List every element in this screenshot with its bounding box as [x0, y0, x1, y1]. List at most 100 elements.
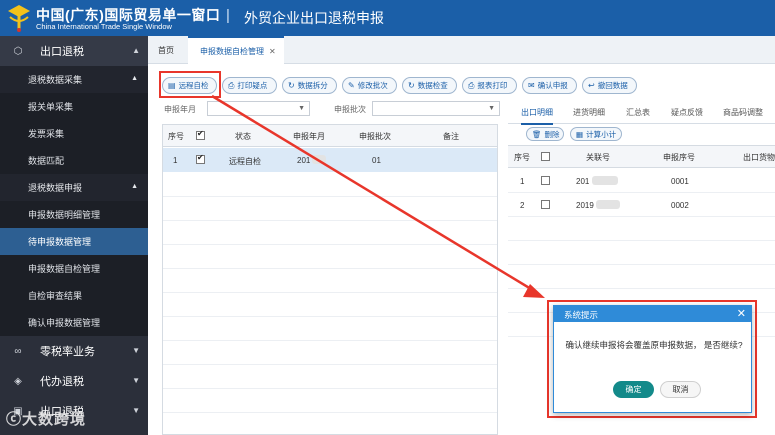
- nav-invoice-collection[interactable]: 发票采集: [0, 120, 148, 147]
- declare-month-select[interactable]: ▼: [207, 101, 310, 116]
- link-icon: ∞: [14, 345, 22, 357]
- tab-summary[interactable]: 汇总表: [626, 107, 650, 118]
- row-declare-month: 201: [297, 156, 311, 165]
- row-checkbox[interactable]: [541, 200, 550, 209]
- declare-month-label: 申报年月: [164, 105, 196, 114]
- nav-confirm-declaration-management[interactable]: 确认申报数据管理: [0, 309, 148, 336]
- tab-export-detail[interactable]: 出口明细: [521, 107, 553, 125]
- nav-zero-tax-rate[interactable]: ∞ 零税率业务 ▼: [0, 336, 148, 366]
- nav-self-check-results[interactable]: 自检审查结果: [0, 282, 148, 309]
- close-icon[interactable]: ✕: [737, 307, 746, 320]
- undo-icon: ↩: [588, 81, 595, 90]
- title-separator: |: [226, 7, 230, 24]
- caret-up-icon: ▲: [131, 75, 138, 82]
- trash-icon: 🗑: [532, 129, 542, 139]
- calculator-icon: ▦: [576, 129, 584, 139]
- caret-down-icon: ▼: [132, 346, 140, 355]
- col-remark: 备注: [443, 132, 459, 141]
- row-divider: [508, 264, 775, 265]
- app-header: 中国(广东)国际贸易单一窗口 China International Trade…: [0, 0, 775, 36]
- nav-data-collection[interactable]: 退税数据采集 ▲: [0, 66, 148, 93]
- modify-batch-button[interactable]: ✎ 修改批次: [342, 77, 397, 94]
- tab-bar: 首页 申报数据自检管理 ✕: [148, 36, 775, 64]
- row-divider: [163, 388, 497, 389]
- row-declare-batch: 01: [372, 156, 381, 165]
- col-declare-seq: 申报序号: [663, 153, 695, 162]
- row-divider: [508, 216, 775, 217]
- nav-pending-declaration-management[interactable]: 待申报数据管理: [0, 228, 148, 255]
- row-divider: [163, 292, 497, 293]
- caret-down-icon: ▼: [132, 406, 140, 415]
- row-divider: [163, 340, 497, 341]
- system-title: 外贸企业出口退税申报: [244, 10, 384, 26]
- dropdown-arrow-icon: ▼: [488, 105, 495, 112]
- row-index: 1: [520, 177, 525, 186]
- customs-emblem-logo: [8, 5, 30, 32]
- delete-button[interactable]: 🗑 删除: [526, 127, 564, 141]
- button-label: 数据拆分: [297, 81, 328, 90]
- tab-commodity-code-adjust[interactable]: 商品码调整: [723, 107, 763, 118]
- nav-data-matching[interactable]: 数据匹配: [0, 147, 148, 174]
- select-all-checkbox[interactable]: [196, 129, 205, 140]
- row-status: 远程自检: [229, 157, 261, 166]
- data-split-button[interactable]: ↻ 数据拆分: [282, 77, 337, 94]
- data-check-button[interactable]: ↻ 数据检查: [402, 77, 457, 94]
- row-link-number: 201: [576, 177, 590, 186]
- declare-batch-select[interactable]: ▼: [372, 101, 500, 116]
- nav-sub-label: 退税数据采集: [28, 75, 83, 85]
- tab-purchase-detail[interactable]: 进货明细: [573, 107, 605, 118]
- col-link-number: 关联号: [586, 153, 610, 162]
- dialog-title: 系统提示: [564, 310, 599, 320]
- col-export-goods: 出口货物: [743, 153, 775, 162]
- confirm-declaration-button[interactable]: ✉ 确认申报: [522, 77, 577, 94]
- print-icon: ⎙: [468, 80, 475, 90]
- col-index: 序号: [168, 132, 184, 141]
- row-divider: [163, 244, 497, 245]
- calculate-subtotal-button[interactable]: ▦ 计算小计: [570, 127, 622, 141]
- refresh-icon: ↻: [408, 81, 415, 90]
- detail-tabs: 出口明细 进货明细 汇总表 疑点反馈 商品码调整: [508, 102, 775, 125]
- row-divider: [508, 192, 775, 193]
- grid-header: 序号 关联号 申报序号 出口货物: [508, 146, 775, 168]
- row-divider: [163, 268, 497, 269]
- row-declare-seq: 0002: [671, 201, 689, 210]
- annotation-highlight-box: [159, 71, 221, 98]
- tab-label: 申报数据自检管理: [200, 46, 264, 56]
- tab-doubt-feedback[interactable]: 疑点反馈: [671, 107, 703, 118]
- row-checkbox[interactable]: [196, 153, 205, 164]
- button-label: 确认申报: [537, 81, 568, 90]
- confirm-button[interactable]: 确定: [613, 381, 654, 398]
- tab-self-check-management[interactable]: 申报数据自检管理 ✕: [188, 36, 284, 64]
- withdraw-data-button[interactable]: ↩ 撤回数据: [582, 77, 637, 94]
- blurred-text: [592, 176, 618, 185]
- nav-self-check-management[interactable]: 申报数据自检管理: [0, 255, 148, 282]
- button-label: 报表打印: [477, 81, 508, 90]
- close-tab-icon[interactable]: ✕: [269, 47, 276, 56]
- row-divider: [163, 412, 497, 413]
- nav-main-label: 零税率业务: [40, 346, 95, 358]
- button-label: 数据检查: [417, 81, 448, 90]
- nav-customs-declaration-collection[interactable]: 报关单采集: [0, 93, 148, 120]
- watermark-text: 大数跨境: [22, 411, 87, 428]
- blurred-text: [596, 200, 620, 209]
- nav-export-tax-rebate[interactable]: ⬡ 出口退税 ▲: [0, 36, 148, 66]
- blurred-text: [312, 155, 326, 164]
- dialog-message: 确认继续申报将会覆盖原申报数据， 是否继续?: [565, 340, 743, 350]
- print-doubts-button[interactable]: ⎙ 打印疑点: [222, 77, 277, 94]
- portal-title-english: China International Trade Single Window: [36, 22, 172, 31]
- cube-icon: ⬡: [13, 45, 23, 57]
- caret-down-icon: ▼: [132, 376, 140, 385]
- table-row[interactable]: 1 远程自检 201 01: [163, 148, 497, 172]
- nav-data-declaration[interactable]: 退税数据申报 ▲: [0, 174, 148, 201]
- report-print-button[interactable]: ⎙ 报表打印: [462, 77, 517, 94]
- row-checkbox[interactable]: [541, 176, 550, 185]
- row-link-number: 2019: [576, 201, 594, 210]
- row-index: 2: [520, 201, 525, 210]
- nav-agent-rebate[interactable]: ◈ 代办退税 ▼: [0, 366, 148, 396]
- nav-declaration-detail-management[interactable]: 申报数据明细管理: [0, 201, 148, 228]
- tab-home[interactable]: 首页: [158, 36, 174, 64]
- cancel-button[interactable]: 取消: [660, 381, 701, 398]
- button-label: 计算小计: [586, 129, 617, 139]
- select-all-checkbox[interactable]: [541, 152, 550, 161]
- grid-header: 序号 状态 申报年月 申报批次 备注: [163, 125, 497, 147]
